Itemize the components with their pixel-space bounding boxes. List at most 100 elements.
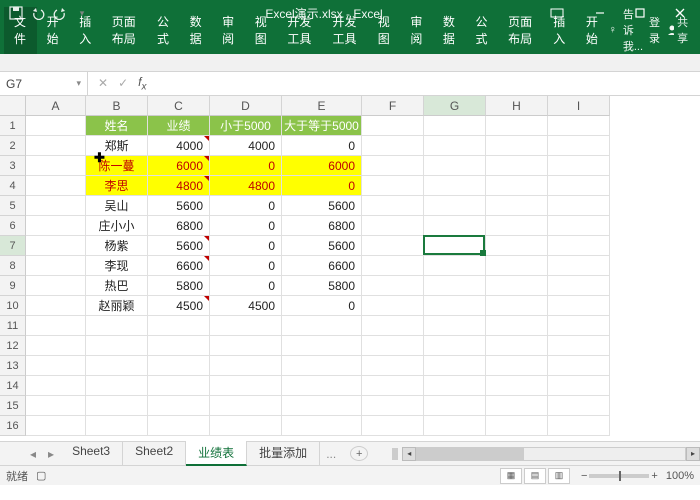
cell[interactable]: 4000 (210, 136, 282, 156)
cell[interactable] (486, 276, 548, 296)
cell[interactable] (362, 136, 424, 156)
save-icon[interactable] (8, 5, 24, 21)
cell[interactable] (548, 116, 610, 136)
cell[interactable]: 6600 (148, 256, 210, 276)
cell[interactable]: 6800 (282, 216, 362, 236)
cell[interactable] (424, 196, 486, 216)
sheet-tab[interactable]: 批量添加 (247, 441, 320, 466)
cell[interactable] (486, 136, 548, 156)
cell[interactable] (282, 336, 362, 356)
cell[interactable] (362, 156, 424, 176)
row-header[interactable]: 13 (0, 356, 26, 376)
row-header[interactable]: 4 (0, 176, 26, 196)
cell[interactable] (424, 356, 486, 376)
cell[interactable] (26, 156, 86, 176)
view-pagebreak-icon[interactable]: ▥ (548, 468, 570, 484)
cell[interactable] (362, 316, 424, 336)
redo-icon[interactable] (52, 5, 68, 21)
row-header[interactable]: 14 (0, 376, 26, 396)
cell[interactable]: 0 (210, 236, 282, 256)
comment-indicator-icon[interactable] (204, 176, 209, 181)
cell[interactable] (148, 416, 210, 436)
row-header[interactable]: 2 (0, 136, 26, 156)
cell[interactable] (282, 316, 362, 336)
cell[interactable]: 李现 (86, 256, 148, 276)
cell[interactable]: 0 (210, 156, 282, 176)
cell[interactable] (282, 356, 362, 376)
cell[interactable]: 6000 (148, 156, 210, 176)
zoom-control[interactable]: − + 100% (581, 470, 694, 482)
cell[interactable] (424, 316, 486, 336)
column-header[interactable]: A (26, 96, 86, 116)
cell[interactable]: 5600 (148, 236, 210, 256)
cell[interactable] (548, 216, 610, 236)
row-header[interactable]: 11 (0, 316, 26, 336)
cell[interactable] (210, 416, 282, 436)
row-header[interactable]: 5 (0, 196, 26, 216)
cell[interactable] (548, 336, 610, 356)
qat-dropdown-icon[interactable]: ▾ (74, 5, 90, 21)
column-header[interactable]: H (486, 96, 548, 116)
cell[interactable] (86, 396, 148, 416)
cell[interactable] (26, 296, 86, 316)
cell[interactable] (424, 156, 486, 176)
cell[interactable]: 庄小小 (86, 216, 148, 236)
cell[interactable] (26, 336, 86, 356)
cell[interactable] (26, 276, 86, 296)
cell[interactable] (548, 416, 610, 436)
cell[interactable] (548, 376, 610, 396)
cell[interactable] (362, 216, 424, 236)
cell[interactable] (486, 356, 548, 376)
zoom-out-icon[interactable]: − (581, 470, 587, 482)
cell[interactable] (486, 396, 548, 416)
view-normal-icon[interactable]: ▦ (500, 468, 522, 484)
macro-record-icon[interactable]: ▢ (36, 469, 46, 482)
cell[interactable]: 5800 (148, 276, 210, 296)
cell[interactable] (486, 116, 548, 136)
cell[interactable]: 6800 (148, 216, 210, 236)
cell[interactable] (26, 196, 86, 216)
cell[interactable] (148, 376, 210, 396)
horizontal-scrollbar[interactable]: ◂ ▸ (392, 447, 700, 461)
cell[interactable]: 业绩 (148, 116, 210, 136)
cell[interactable] (486, 216, 548, 236)
cell[interactable] (26, 136, 86, 156)
scroll-right-icon[interactable]: ▸ (686, 447, 700, 461)
cell[interactable] (148, 316, 210, 336)
cell[interactable] (26, 356, 86, 376)
worksheet-grid[interactable]: 12345678910111213141516 ABCDEFGHI 姓名业绩小于… (0, 96, 700, 441)
cell[interactable]: 0 (282, 296, 362, 316)
cell[interactable]: 大于等于5000 (282, 116, 362, 136)
cell[interactable] (86, 416, 148, 436)
column-header[interactable]: C (148, 96, 210, 116)
row-header[interactable]: 7 (0, 236, 26, 256)
cell[interactable] (548, 396, 610, 416)
cell[interactable]: 5600 (282, 196, 362, 216)
cell[interactable]: 4800 (210, 176, 282, 196)
cell[interactable] (548, 316, 610, 336)
row-header[interactable]: 9 (0, 276, 26, 296)
select-all-corner[interactable] (0, 96, 26, 116)
sheet-nav-next[interactable]: ▸ (42, 447, 60, 461)
cell[interactable] (26, 236, 86, 256)
tabs-more[interactable]: ... (320, 447, 342, 461)
cell[interactable] (424, 116, 486, 136)
cell[interactable] (548, 236, 610, 256)
cell[interactable] (548, 276, 610, 296)
cell[interactable] (26, 116, 86, 136)
cell[interactable]: 5600 (282, 236, 362, 256)
cell[interactable] (362, 336, 424, 356)
cell[interactable] (424, 176, 486, 196)
cell[interactable]: 0 (210, 256, 282, 276)
column-header[interactable]: B (86, 96, 148, 116)
comment-indicator-icon[interactable] (204, 156, 209, 161)
row-header[interactable]: 8 (0, 256, 26, 276)
cell[interactable] (362, 256, 424, 276)
row-header[interactable]: 15 (0, 396, 26, 416)
tell-me[interactable]: 告诉我... (623, 6, 643, 54)
row-header[interactable]: 1 (0, 116, 26, 136)
zoom-in-icon[interactable]: + (651, 470, 657, 482)
cell[interactable] (548, 356, 610, 376)
cell[interactable] (148, 356, 210, 376)
cell[interactable] (424, 296, 486, 316)
